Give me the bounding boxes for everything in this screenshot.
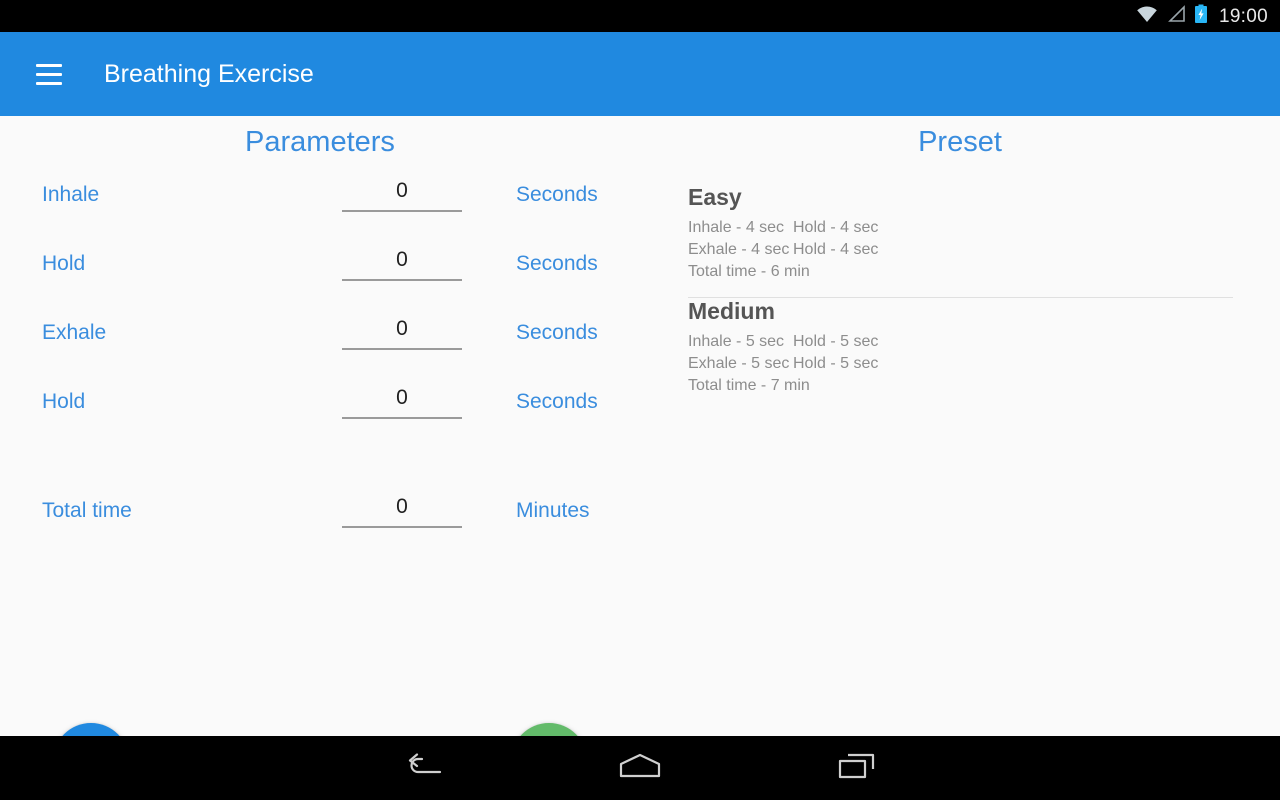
param-row-inhale: Inhale Seconds [42,175,622,215]
hamburger-bar [36,72,62,76]
param-label-inhale: Inhale [42,183,100,206]
preset-title: Preset [918,126,1002,158]
hamburger-menu-icon[interactable] [36,63,62,85]
hold-2-input[interactable] [342,385,462,411]
app-title: Breathing Exercise [104,59,314,88]
input-underline [342,348,462,350]
recent-apps-icon [837,751,877,786]
param-row-exhale: Exhale Seconds [42,313,622,353]
status-bar: 19:00 [0,0,1280,32]
preset-detail: Hold - 5 sec [793,355,879,372]
preset-detail: Hold - 4 sec [793,241,879,258]
preset-name-easy: Easy [688,184,742,210]
main-content: Parameters Inhale Seconds Hold Seconds E… [0,116,1280,799]
back-button[interactable] [364,736,484,800]
inhale-input[interactable] [342,178,462,204]
preset-item-easy[interactable]: Easy Inhale - 4 sec Hold - 4 sec Exhale … [688,184,1233,297]
param-row-hold-2: Hold Seconds [42,382,622,422]
exhale-input[interactable] [342,316,462,342]
param-unit-hold-1: Seconds [516,252,598,275]
preset-line: Inhale - 5 sec Hold - 5 sec [688,331,1233,353]
param-unit-inhale: Seconds [516,183,598,206]
preset-line: Inhale - 4 sec Hold - 4 sec [688,217,1233,239]
input-underline [342,526,462,528]
cell-signal-icon [1166,4,1186,28]
param-field-total-time [342,494,462,528]
home-button[interactable] [580,736,700,800]
param-row-total-time: Total time Minutes [42,491,622,531]
preset-detail: Inhale - 4 sec [688,219,785,236]
input-underline [342,279,462,281]
param-field-exhale [342,316,462,350]
preset-detail: Exhale - 5 sec [688,355,790,372]
param-label-hold-1: Hold [42,252,86,275]
preset-line: Total time - 7 min [688,375,1233,397]
hamburger-bar [36,81,62,85]
preset-line: Total time - 6 min [688,261,1233,283]
preset-detail: Hold - 4 sec [793,219,879,236]
param-unit-total-time: Minutes [516,499,590,522]
preset-line: Exhale - 4 sec Hold - 4 sec [688,239,1233,261]
preset-line: Exhale - 5 sec Hold - 5 sec [688,353,1233,375]
param-field-hold-1 [342,247,462,281]
preset-panel: Preset Easy Inhale - 4 sec Hold - 4 sec … [640,116,1280,736]
param-field-hold-2 [342,385,462,419]
parameters-title: Parameters [245,126,395,158]
recent-apps-button[interactable] [797,736,917,800]
preset-list: Easy Inhale - 4 sec Hold - 4 sec Exhale … [688,184,1233,411]
total-time-input[interactable] [342,494,462,520]
preset-item-medium[interactable]: Medium Inhale - 5 sec Hold - 5 sec Exhal… [688,298,1233,411]
wifi-icon [1136,5,1158,28]
battery-charging-icon [1194,4,1208,29]
param-label-total-time: Total time [42,499,132,522]
hold-1-input[interactable] [342,247,462,273]
preset-detail: Exhale - 4 sec [688,241,790,258]
hamburger-bar [36,63,62,67]
app-bar: Breathing Exercise [0,32,1280,116]
param-row-hold-1: Hold Seconds [42,244,622,284]
preset-detail: Hold - 5 sec [793,333,879,350]
param-unit-exhale: Seconds [516,321,598,344]
preset-detail: Inhale - 5 sec [688,333,785,350]
input-underline [342,417,462,419]
param-field-inhale [342,178,462,212]
android-navigation-bar [0,736,1280,800]
status-bar-clock: 19:00 [1218,5,1268,27]
back-arrow-icon [404,752,444,785]
parameters-panel: Parameters Inhale Seconds Hold Seconds E… [0,116,640,799]
preset-name-medium: Medium [688,298,775,324]
input-underline [342,210,462,212]
param-label-exhale: Exhale [42,321,107,344]
preset-total-time: Total time - 6 min [688,263,810,280]
param-unit-hold-2: Seconds [516,390,598,413]
preset-total-time: Total time - 7 min [688,377,810,394]
home-icon [618,752,662,785]
param-label-hold-2: Hold [42,390,86,413]
